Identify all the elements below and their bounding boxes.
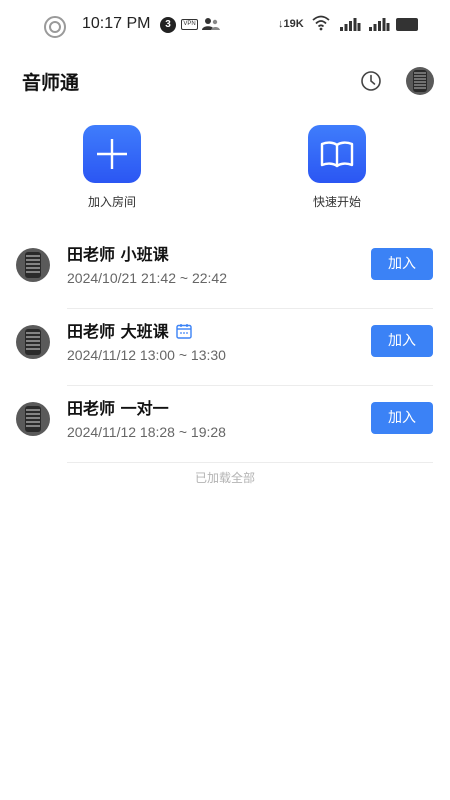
list-end-text: 已加载全部 bbox=[194, 471, 255, 485]
battery-icon bbox=[396, 18, 418, 31]
room-title: 田老师 小班课 bbox=[67, 245, 169, 264]
list-item[interactable]: 田老师 小班课 2024/10/21 21:42 ~ 22:42 加入 bbox=[0, 232, 450, 309]
join-button[interactable]: 加入 bbox=[371, 325, 433, 357]
join-button[interactable]: 加入 bbox=[371, 402, 433, 434]
divider bbox=[67, 462, 433, 463]
join-button[interactable]: 加入 bbox=[371, 248, 433, 280]
room-time: 2024/11/12 18:28 ~ 19:28 bbox=[67, 424, 226, 440]
list-item[interactable]: 田老师 大班课 2024/11/12 13:00 ~ 13:30 加入 bbox=[0, 309, 450, 386]
quick-start-action[interactable]: 快速开始 bbox=[297, 125, 377, 210]
room-time: 2024/11/12 13:00 ~ 13:30 bbox=[67, 347, 226, 363]
join-room-label: 加入房间 bbox=[87, 195, 136, 209]
room-title: 田老师 一对一 bbox=[67, 399, 169, 418]
avatar bbox=[16, 325, 50, 359]
book-icon bbox=[320, 141, 354, 168]
list-item[interactable]: 田老师 一对一 2024/11/12 18:28 ~ 19:28 加入 bbox=[0, 386, 450, 463]
quick-start-button[interactable] bbox=[308, 125, 366, 183]
avatar bbox=[16, 248, 50, 282]
ring-icon bbox=[44, 16, 66, 38]
signal-icon bbox=[340, 18, 361, 31]
clock-icon[interactable] bbox=[360, 70, 382, 92]
status-bar: 10:17 PM 3 VPN ↓19K bbox=[0, 0, 450, 52]
page-title: 音师通 bbox=[22, 72, 80, 94]
vpn-icon: VPN bbox=[181, 19, 198, 30]
room-time: 2024/10/21 21:42 ~ 22:42 bbox=[67, 270, 227, 286]
avatar[interactable] bbox=[406, 67, 434, 95]
calendar-icon bbox=[175, 324, 192, 339]
notification-count-badge: 3 bbox=[160, 17, 176, 33]
signal-icon bbox=[369, 18, 390, 31]
net-speed: ↓19K bbox=[278, 18, 304, 30]
status-time: 10:17 PM bbox=[82, 15, 151, 32]
join-room-button[interactable] bbox=[83, 125, 141, 183]
person-icon bbox=[202, 18, 220, 30]
join-room-action[interactable]: 加入房间 bbox=[72, 125, 152, 210]
room-title: 田老师 大班课 bbox=[67, 318, 193, 342]
avatar bbox=[16, 402, 50, 436]
wifi-icon bbox=[312, 15, 330, 31]
plus-icon bbox=[97, 139, 127, 169]
room-list: 田老师 小班课 2024/10/21 21:42 ~ 22:42 加入 田老师 … bbox=[0, 232, 450, 463]
quick-start-label: 快速开始 bbox=[312, 195, 361, 209]
